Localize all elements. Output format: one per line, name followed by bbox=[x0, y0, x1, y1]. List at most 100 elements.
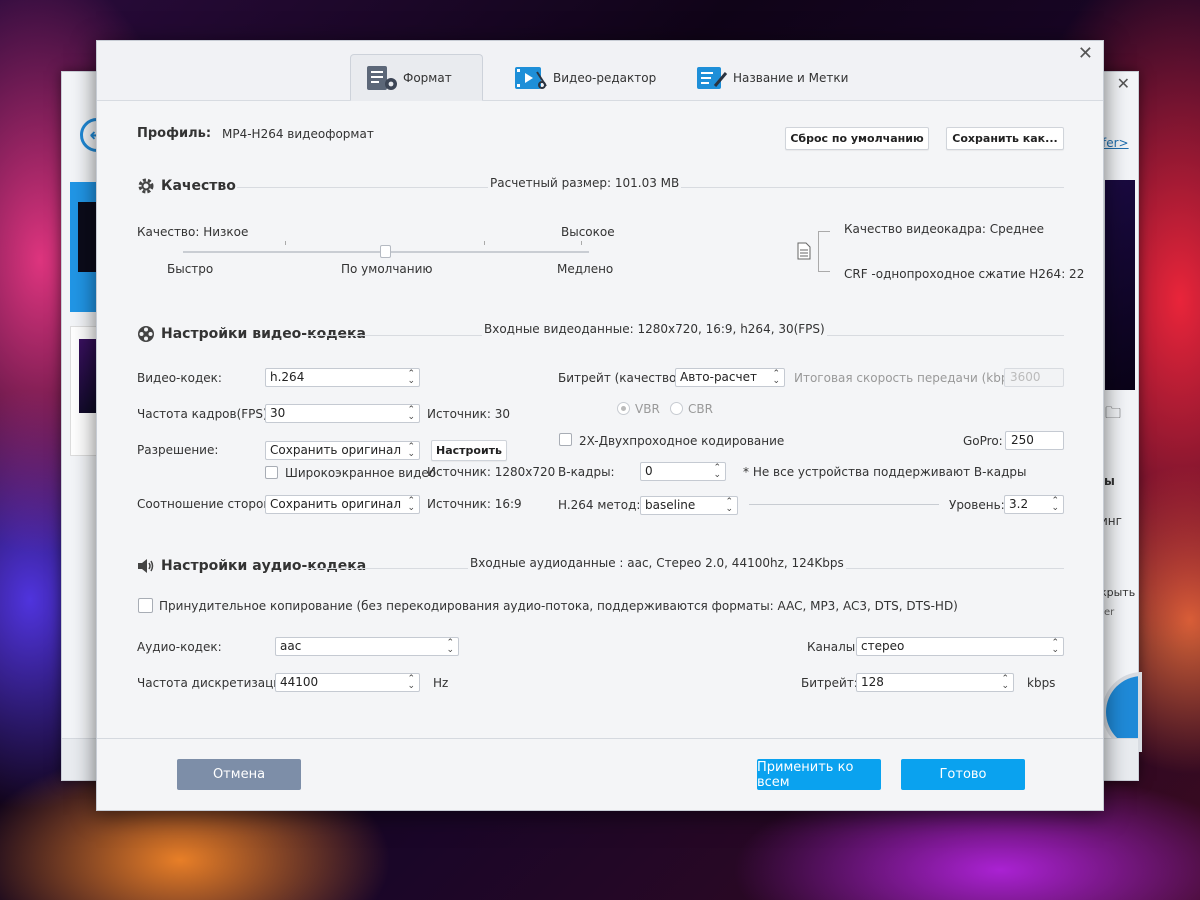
level-label: Уровень: bbox=[949, 498, 1005, 512]
audio-codec-label: Аудио-кодек: bbox=[137, 640, 222, 654]
speed-default-label: По умолчанию bbox=[341, 262, 433, 276]
audio-input-info: Входные аудиоданные : aac, Стерео 2.0, 4… bbox=[468, 556, 846, 570]
speed-slow-label: Медлено bbox=[557, 262, 614, 276]
quality-section-title: Качество bbox=[137, 177, 236, 195]
title-tags-icon bbox=[697, 66, 728, 89]
save-as-button[interactable]: Сохранить как... bbox=[946, 127, 1064, 150]
background-text: ы bbox=[1104, 474, 1115, 488]
chevron-updown-icon: ⌃ ⌄ bbox=[1001, 674, 1009, 691]
video-thumbnail-selected[interactable] bbox=[70, 182, 98, 312]
bitrate-mode-select[interactable]: Авто-расчет ⌃ ⌄ bbox=[675, 368, 785, 387]
cbr-label: CBR bbox=[688, 402, 713, 416]
reset-defaults-button[interactable]: Сброс по умолчанию bbox=[785, 127, 929, 150]
chevron-updown-icon: ⌃ ⌄ bbox=[407, 496, 415, 513]
video-codec-title-text: Настройки видео-кодека bbox=[161, 326, 366, 342]
quality-high-label: Высокое bbox=[561, 225, 615, 239]
gopro-input[interactable]: 250 bbox=[1005, 431, 1064, 450]
estimated-size: Расчетный размер: 101.03 MB bbox=[488, 176, 682, 190]
bframes-select[interactable]: 0 ⌃ ⌄ bbox=[640, 462, 726, 481]
folder-icon[interactable]: 🗀 bbox=[1105, 402, 1121, 429]
resolution-source: Источник: 1280x720 bbox=[427, 465, 556, 479]
tab-format[interactable]: Формат bbox=[350, 54, 483, 101]
bitrate-quality-label: Битрейт (качество): bbox=[558, 371, 686, 385]
samplerate-label: Частота дискретизации: bbox=[137, 676, 293, 690]
apply-to-all-button[interactable]: Применить ко всем bbox=[757, 759, 881, 790]
fps-select[interactable]: 30 ⌃ ⌄ bbox=[265, 404, 420, 423]
chevron-updown-icon: ⌃ ⌄ bbox=[772, 369, 780, 386]
tab-format-label: Формат bbox=[403, 70, 452, 85]
resolution-select[interactable]: Сохранить оригинал ⌃ ⌄ bbox=[265, 441, 420, 460]
level-select[interactable]: 3.2 ⌃ ⌄ bbox=[1004, 495, 1064, 514]
twopass-checkbox[interactable] bbox=[559, 433, 572, 446]
background-preview bbox=[1105, 180, 1135, 390]
video-thumbnail[interactable] bbox=[70, 326, 99, 456]
samplerate-unit: Hz bbox=[433, 676, 449, 690]
aspect-ratio-label: Соотношение сторон: bbox=[137, 497, 276, 511]
channels-label: Каналы: bbox=[807, 640, 860, 654]
vbr-label: VBR bbox=[635, 402, 660, 416]
tab-video-editor-label: Видео-редактор bbox=[553, 70, 657, 85]
chevron-updown-icon: ⌃ ⌄ bbox=[1051, 638, 1059, 655]
quality-low-label: Качество: Низкое bbox=[137, 225, 249, 239]
fps-source: Источник: 30 bbox=[427, 407, 511, 421]
footer-divider bbox=[97, 738, 1103, 739]
quality-slider-handle[interactable] bbox=[380, 245, 391, 258]
cbr-radio[interactable] bbox=[670, 402, 683, 415]
configure-button[interactable]: Настроить bbox=[431, 440, 507, 461]
quality-title-text: Качество bbox=[161, 178, 236, 194]
bracket-line bbox=[818, 231, 819, 271]
done-button[interactable]: Готово bbox=[901, 759, 1025, 790]
close-icon[interactable]: ✕ bbox=[1078, 43, 1093, 64]
tab-bar: Формат Видео-редактор Название и Метки bbox=[97, 41, 1103, 101]
chevron-updown-icon: ⌃ ⌄ bbox=[725, 497, 733, 514]
document-icon bbox=[797, 242, 811, 260]
chevron-updown-icon: ⌃ ⌄ bbox=[1051, 496, 1059, 513]
bframes-label: B-кадры: bbox=[558, 465, 615, 479]
format-settings-icon bbox=[367, 65, 397, 90]
gear-icon bbox=[138, 178, 154, 194]
aspect-ratio-select[interactable]: Сохранить оригинал ⌃ ⌄ bbox=[265, 495, 420, 514]
tab-title-tags-label: Название и Метки bbox=[733, 70, 849, 85]
channels-select[interactable]: стерео ⌃ ⌄ bbox=[856, 637, 1064, 656]
format-settings-dialog: Формат Видео-редактор Название и Метки ✕… bbox=[96, 40, 1104, 811]
slider-tick bbox=[581, 241, 582, 245]
bframes-note: * Не все устройства поддерживают B-кадры bbox=[743, 465, 1027, 479]
audio-codec-select[interactable]: aac ⌃ ⌄ bbox=[275, 637, 459, 656]
background-link[interactable]: fer> bbox=[1102, 136, 1129, 150]
film-reel-icon bbox=[138, 326, 154, 342]
twopass-label: 2X-Двухпроходное кодирование bbox=[579, 434, 785, 448]
divider bbox=[749, 504, 939, 505]
tab-title-tags[interactable]: Название и Метки bbox=[681, 54, 862, 101]
frame-quality-label: Качество видеокадра: Среднее bbox=[844, 222, 1045, 236]
slider-tick bbox=[285, 241, 286, 245]
audio-bitrate-label: Битрейт: bbox=[801, 676, 858, 690]
chevron-updown-icon: ⌃ ⌄ bbox=[407, 674, 415, 691]
audio-bitrate-select[interactable]: 128 ⌃ ⌄ bbox=[856, 673, 1014, 692]
total-rate-input[interactable]: 3600 bbox=[1004, 368, 1064, 387]
force-copy-label: Принудительное копирование (без перекоди… bbox=[159, 599, 958, 613]
force-copy-checkbox[interactable] bbox=[138, 598, 153, 613]
bracket-line bbox=[818, 271, 830, 272]
speaker-icon bbox=[138, 559, 154, 573]
video-codec-label: Видео-кодек: bbox=[137, 371, 222, 385]
fps-label: Частота кадров(FPS): bbox=[137, 407, 272, 421]
speed-fast-label: Быстро bbox=[167, 262, 214, 276]
audio-codec-section-title: Настройки аудио-кодека bbox=[137, 558, 366, 574]
gopro-label: GoPro: bbox=[963, 434, 1003, 448]
vbr-radio[interactable] bbox=[617, 402, 630, 415]
h264-method-select[interactable]: baseline ⌃ ⌄ bbox=[640, 496, 738, 515]
total-rate-label: Итоговая скорость передачи (kbps): bbox=[794, 371, 1024, 385]
video-input-info: Входные видеоданные: 1280x720, 16:9, h26… bbox=[482, 322, 827, 336]
tab-video-editor[interactable]: Видео-редактор bbox=[499, 54, 670, 101]
video-codec-section-title: Настройки видео-кодека bbox=[137, 325, 366, 343]
cancel-button[interactable]: Отмена bbox=[177, 759, 301, 790]
widescreen-checkbox[interactable] bbox=[265, 466, 278, 479]
samplerate-select[interactable]: 44100 ⌃ ⌄ bbox=[275, 673, 420, 692]
chevron-updown-icon: ⌃ ⌄ bbox=[407, 442, 415, 459]
h264-method-label: H.264 метод: bbox=[558, 498, 641, 512]
aspect-source: Источник: 16:9 bbox=[427, 497, 522, 511]
video-codec-select[interactable]: h.264 ⌃ ⌄ bbox=[265, 368, 420, 387]
profile-value: MP4-H264 видеоформат bbox=[222, 127, 374, 141]
widescreen-label: Широкоэкранное видео bbox=[285, 466, 437, 480]
background-close-icon[interactable]: ✕ bbox=[1117, 74, 1130, 93]
